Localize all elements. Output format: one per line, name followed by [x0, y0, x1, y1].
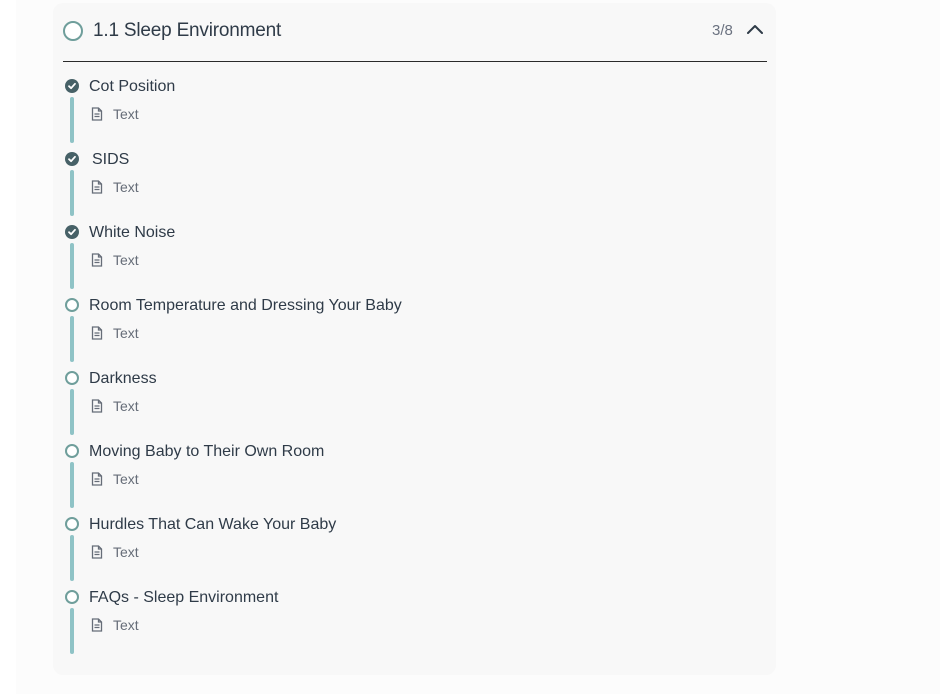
lesson-content-link[interactable]: Text	[91, 397, 139, 415]
document-icon	[91, 180, 103, 194]
chevron-up-icon[interactable]	[746, 21, 764, 39]
lesson-progress-line	[70, 316, 74, 362]
lesson-type-label: Text	[113, 106, 139, 122]
document-icon	[91, 472, 103, 486]
lesson-item: SIDS Text	[53, 149, 776, 224]
lesson-progress-line	[70, 462, 74, 508]
lesson-progress-line	[70, 170, 74, 216]
lesson-progress-line	[70, 389, 74, 435]
lesson-title[interactable]: Cot Position	[89, 76, 175, 97]
empty-circle-icon[interactable]	[65, 298, 79, 312]
lesson-content-link[interactable]: Text	[91, 251, 139, 269]
lesson-type-label: Text	[113, 544, 139, 560]
document-icon	[91, 618, 103, 632]
lesson-item: Cot Position Text	[53, 76, 776, 151]
checkmark-icon[interactable]	[65, 79, 79, 93]
lesson-progress-line	[70, 608, 74, 654]
lesson-item: White Noise Text	[53, 222, 776, 297]
module-header[interactable]: 1.1 Sleep Environment 3/8	[53, 3, 776, 61]
document-icon	[91, 107, 103, 121]
document-icon	[91, 399, 103, 413]
empty-circle-icon	[63, 21, 83, 41]
lesson-content-link[interactable]: Text	[91, 324, 139, 342]
lesson-type-label: Text	[113, 398, 139, 414]
lesson-content-link[interactable]: Text	[91, 470, 139, 488]
empty-circle-icon[interactable]	[65, 371, 79, 385]
document-icon	[91, 326, 103, 340]
lesson-item: Darkness Text	[53, 368, 776, 443]
lesson-type-label: Text	[113, 179, 139, 195]
empty-circle-icon[interactable]	[65, 517, 79, 531]
lesson-title[interactable]: White Noise	[89, 222, 175, 243]
lesson-progress-line	[70, 535, 74, 581]
empty-circle-icon[interactable]	[65, 590, 79, 604]
lesson-type-label: Text	[113, 471, 139, 487]
lesson-type-label: Text	[113, 617, 139, 633]
lesson-item: Moving Baby to Their Own Room Text	[53, 441, 776, 516]
lesson-progress-line	[70, 243, 74, 289]
lesson-item: FAQs - Sleep Environment Text	[53, 587, 776, 662]
lesson-title[interactable]: FAQs - Sleep Environment	[89, 587, 278, 608]
lesson-title[interactable]: SIDS	[92, 149, 129, 170]
lesson-type-label: Text	[113, 325, 139, 341]
checkmark-icon[interactable]	[65, 225, 79, 239]
header-divider	[63, 61, 767, 62]
lesson-type-label: Text	[113, 252, 139, 268]
lesson-title[interactable]: Darkness	[89, 368, 157, 389]
lesson-content-link[interactable]: Text	[91, 543, 139, 561]
lesson-item: Hurdles That Can Wake Your Baby Text	[53, 514, 776, 589]
checkmark-icon[interactable]	[65, 152, 79, 166]
lesson-content-link[interactable]: Text	[91, 105, 139, 123]
document-icon	[91, 545, 103, 559]
lesson-content-link[interactable]: Text	[91, 616, 139, 634]
document-icon	[91, 253, 103, 267]
lesson-title[interactable]: Moving Baby to Their Own Room	[89, 441, 324, 462]
module-progress: 3/8	[712, 22, 733, 39]
lesson-progress-line	[70, 97, 74, 143]
lesson-item: Room Temperature and Dressing Your Baby …	[53, 295, 776, 370]
empty-circle-icon[interactable]	[65, 444, 79, 458]
lesson-content-link[interactable]: Text	[91, 178, 139, 196]
lesson-title[interactable]: Hurdles That Can Wake Your Baby	[89, 514, 336, 535]
module-title: 1.1 Sleep Environment	[93, 20, 282, 41]
module-card: 1.1 Sleep Environment 3/8 Cot Position T…	[53, 3, 776, 675]
lesson-title[interactable]: Room Temperature and Dressing Your Baby	[89, 295, 402, 316]
